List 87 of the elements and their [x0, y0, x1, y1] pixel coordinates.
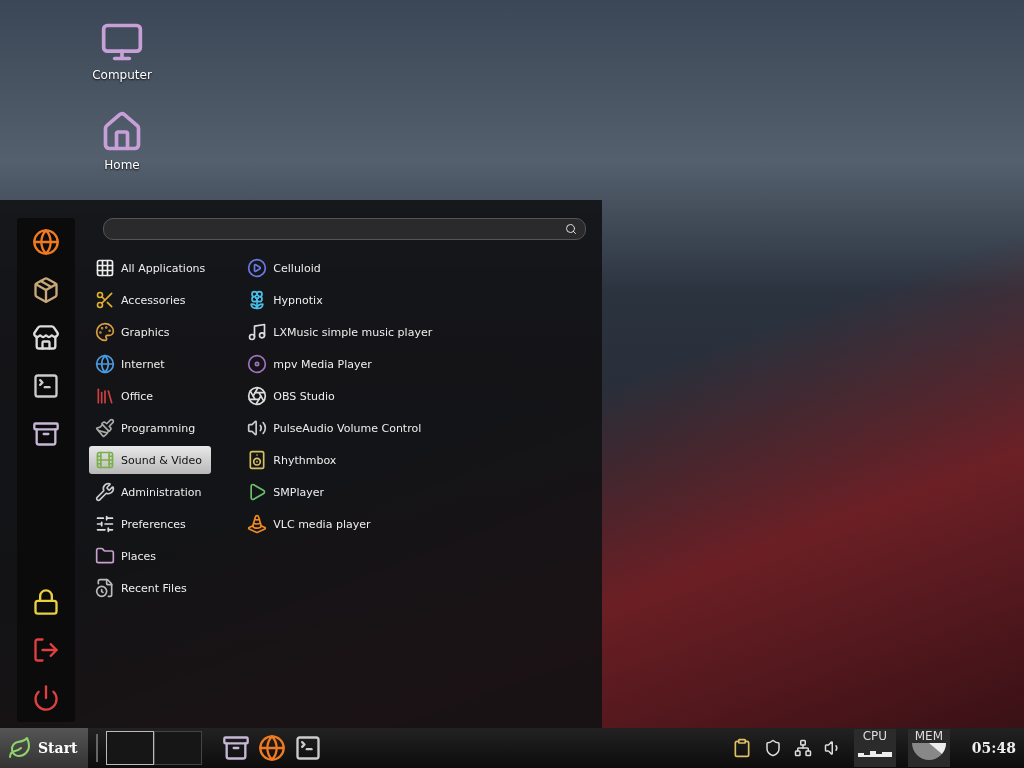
sliders-icon	[95, 514, 115, 534]
category-item[interactable]: Internet	[89, 350, 212, 378]
application-label: Celluloid	[273, 261, 321, 275]
category-item[interactable]: All Applications	[89, 254, 212, 282]
folder-icon	[95, 546, 115, 566]
logout-icon[interactable]	[32, 636, 60, 664]
application-item[interactable]: Hypnotix	[241, 286, 439, 314]
workspace-switcher[interactable]	[105, 731, 154, 765]
globe-icon[interactable]	[32, 228, 60, 256]
aperture-icon	[247, 386, 268, 406]
application-label: LXMusic simple music player	[273, 325, 433, 339]
search-icon	[565, 223, 577, 235]
application-item[interactable]: Celluloid	[241, 254, 439, 282]
books-icon	[95, 386, 115, 406]
category-item[interactable]: Graphics	[89, 318, 212, 346]
cpu-graph-drawing	[857, 751, 892, 757]
cpu-monitor[interactable]: CPU	[853, 729, 896, 767]
application-item[interactable]: OBS Studio	[241, 382, 439, 410]
shield-icon[interactable]	[763, 739, 782, 757]
wrench-icon	[95, 482, 115, 502]
terminal-icon[interactable]	[32, 372, 60, 400]
desktop-icon-label[interactable]: Computer	[92, 68, 152, 82]
scissors-icon	[95, 290, 115, 310]
category-label: Internet	[121, 357, 165, 371]
category-label: All Applications	[121, 261, 206, 275]
application-item[interactable]: PulseAudio Volume Control	[241, 414, 439, 442]
application-label: PulseAudio Volume Control	[273, 421, 422, 435]
category-item[interactable]: Accessories	[89, 286, 212, 314]
category-label: Preferences	[121, 517, 186, 531]
category-label: Sound & Video	[121, 453, 203, 467]
application-label: mpv Media Player	[273, 357, 372, 371]
speaker-icon	[247, 418, 268, 438]
power-icon[interactable]	[32, 684, 60, 712]
category-item[interactable]: Programming	[89, 414, 212, 442]
category-label: Graphics	[121, 325, 170, 339]
play-icon	[247, 258, 268, 278]
category-label: Places	[121, 549, 156, 563]
cone-icon	[247, 514, 268, 534]
application-item[interactable]: SMPlayer	[241, 478, 439, 506]
application-label: SMPlayer	[273, 485, 325, 499]
application-item[interactable]: VLC media player	[241, 510, 439, 538]
desktop-icon-label[interactable]: Home	[104, 158, 140, 172]
memory-pie-drawing	[911, 743, 946, 763]
grid-icon	[95, 258, 115, 278]
application-item[interactable]: mpv Media Player	[241, 350, 439, 378]
cabinet-icon[interactable]	[221, 734, 250, 762]
terminal-icon[interactable]	[293, 734, 322, 762]
store-icon[interactable]	[32, 324, 60, 352]
category-item[interactable]: Recent Files	[89, 574, 212, 602]
application-item[interactable]: Rhythmbox	[241, 446, 439, 474]
application-label: VLC media player	[273, 517, 371, 531]
workspace-switcher[interactable]	[153, 731, 202, 765]
application-item[interactable]: LXMusic simple music player	[241, 318, 439, 346]
file-icon	[95, 578, 115, 598]
application-label: Rhythmbox	[273, 453, 337, 467]
lock-icon[interactable]	[32, 588, 60, 616]
category-label: Administration	[121, 485, 202, 499]
network-icon[interactable]	[793, 739, 812, 757]
start-button[interactable]: Start	[0, 728, 88, 768]
brush-icon	[95, 418, 115, 438]
globe-icon	[95, 354, 115, 374]
category-label: Office	[121, 389, 154, 403]
search-field[interactable]	[103, 218, 586, 240]
package-icon[interactable]	[32, 276, 60, 304]
category-item[interactable]: Administration	[89, 478, 212, 506]
music-note-icon	[247, 322, 268, 342]
cabinet-icon[interactable]	[32, 420, 60, 448]
category-label: Programming	[121, 421, 196, 435]
cpu-label: CPU	[862, 729, 888, 743]
speaker-icon	[247, 450, 268, 470]
globe-icon[interactable]	[257, 734, 286, 762]
clock[interactable]: 05:48	[971, 740, 1016, 756]
memory-monitor[interactable]: MEM	[907, 729, 950, 767]
category-label: Recent Files	[121, 581, 187, 595]
memory-label: MEM	[914, 729, 943, 743]
category-item[interactable]: Places	[89, 542, 212, 570]
application-label: Hypnotix	[273, 293, 323, 307]
palette-icon	[95, 322, 115, 342]
category-item[interactable]: Preferences	[89, 510, 212, 538]
film-icon	[95, 450, 115, 470]
disc-icon	[247, 354, 268, 374]
play-icon	[247, 482, 268, 502]
category-item[interactable]: Sound & Video	[89, 446, 212, 474]
application-label: OBS Studio	[273, 389, 335, 403]
category-item[interactable]: Office	[89, 382, 212, 410]
category-label: Accessories	[121, 293, 186, 307]
leaf-icon	[8, 736, 32, 760]
